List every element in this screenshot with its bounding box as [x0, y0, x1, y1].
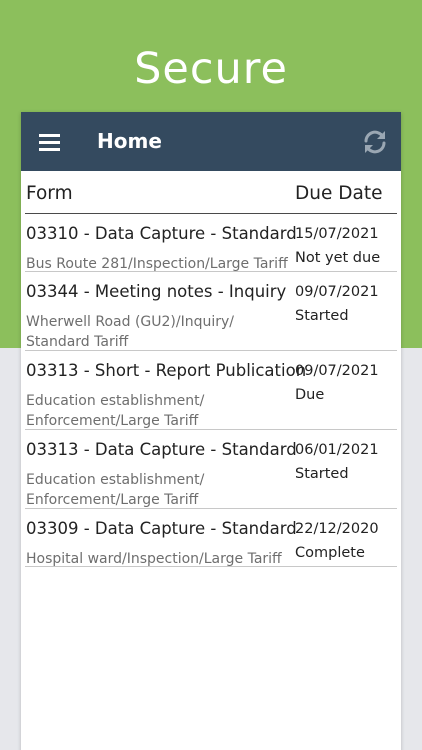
column-header-form: Form: [26, 183, 73, 204]
due-date: 15/07/2021: [295, 226, 379, 242]
hero-title: Secure: [134, 44, 288, 94]
form-location-line: Wherwell Road (GU2)/Inquiry/: [26, 314, 235, 330]
form-title: 03313 - Short - Report Publication: [26, 361, 307, 380]
table-row[interactable]: 03309 - Data Capture - Standard Hospital …: [25, 509, 397, 567]
form-location: Bus Route 281/Inspection/Large Tariff: [26, 254, 288, 274]
form-location: Education establishment/Enforcement/Larg…: [26, 391, 204, 431]
form-title: 03313 - Data Capture - Standard: [26, 440, 297, 459]
form-title: 03309 - Data Capture - Standard: [26, 519, 297, 538]
table-row[interactable]: 03313 - Short - Report Publication Educat…: [25, 351, 397, 430]
app-bar: Home: [21, 112, 401, 171]
page-title: Home: [97, 129, 162, 153]
form-list: 03310 - Data Capture - Standard Bus Route…: [21, 214, 401, 567]
form-location-line: Standard Tariff: [26, 334, 129, 350]
main-card: Home Form Due Date 03310 - Data Capture …: [21, 112, 401, 750]
status-text: Started: [295, 466, 349, 482]
form-location: Hospital ward/Inspection/Large Tariff: [26, 549, 282, 569]
status-text: Due: [295, 387, 325, 403]
form-location-line: Education establishment/: [26, 472, 205, 488]
table-row[interactable]: 03310 - Data Capture - Standard Bus Route…: [25, 214, 397, 272]
form-location: Education establishment/Enforcement/Larg…: [26, 470, 204, 510]
refresh-icon[interactable]: [360, 127, 390, 157]
hamburger-menu-icon[interactable]: [39, 131, 61, 153]
due-date: 09/07/2021: [295, 363, 379, 379]
form-location-line: Education establishment/: [26, 393, 205, 409]
form-location-line: Enforcement/Large Tariff: [26, 492, 199, 508]
form-location-line: Enforcement/Large Tariff: [26, 413, 199, 429]
table-header: Form Due Date: [25, 171, 397, 214]
due-date: 06/01/2021: [295, 442, 379, 458]
form-location-line: Hospital ward/Inspection/Large Tariff: [26, 551, 282, 567]
table-row[interactable]: 03313 - Data Capture - Standard Education…: [25, 430, 397, 509]
due-date: 09/07/2021: [295, 284, 379, 300]
form-title: 03344 - Meeting notes - Inquiry: [26, 282, 287, 301]
status-text: Complete: [295, 545, 365, 561]
form-title: 03310 - Data Capture - Standard: [26, 224, 297, 243]
due-date: 22/12/2020: [295, 521, 379, 537]
column-header-due-date: Due Date: [295, 183, 383, 204]
status-text: Started: [295, 308, 349, 324]
form-location: Wherwell Road (GU2)/Inquiry/Standard Tar…: [26, 312, 234, 352]
table-row[interactable]: 03344 - Meeting notes - Inquiry Wherwell …: [25, 272, 397, 351]
form-location-line: Bus Route 281/Inspection/Large Tariff: [26, 256, 288, 272]
status-text: Not yet due: [295, 250, 381, 266]
